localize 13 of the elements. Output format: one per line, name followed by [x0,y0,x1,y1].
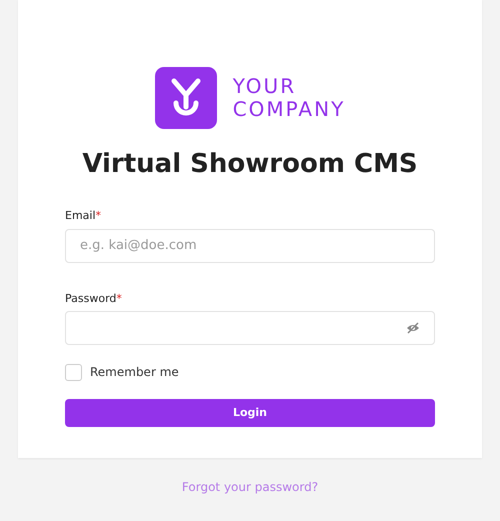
logo-icon [154,67,217,129]
field-label: Email* [65,208,102,224]
logo-text: YOUR [232,75,298,98]
remember-label: Remember me [90,364,179,382]
forgot-password-link[interactable]: Forgot your password? [182,480,318,494]
page-title: Virtual Showroom CMS [81,149,419,180]
hide-password-icon[interactable] [406,322,420,334]
logo-text: COMPANY [232,98,346,121]
remember-checkbox[interactable] [65,364,82,381]
password-field[interactable] [65,311,435,346]
login-button[interactable]: Login [65,399,435,428]
field-label: Password* [65,290,122,307]
email-field[interactable]: e.g. kai@doe.com [65,228,435,263]
